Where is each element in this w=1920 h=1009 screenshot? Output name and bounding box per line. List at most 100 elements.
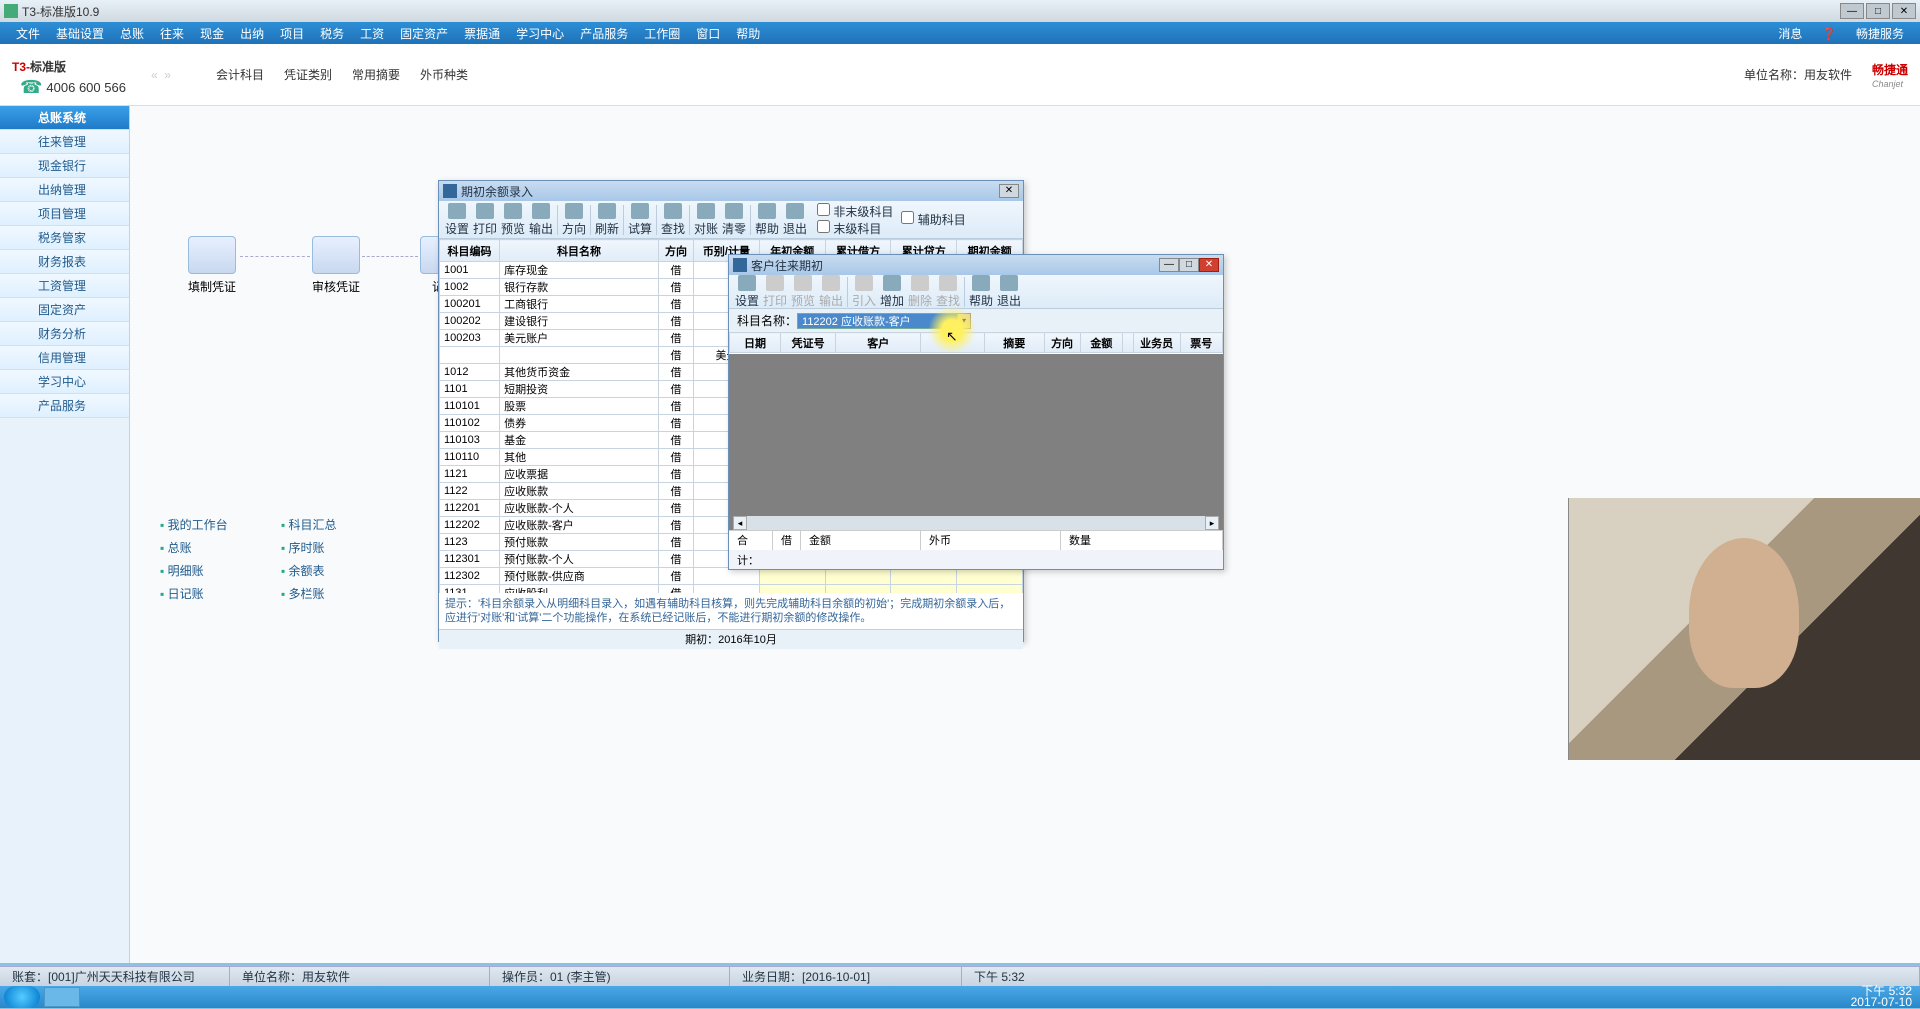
menu-gl[interactable]: 总账	[112, 25, 152, 42]
sidebar-item-tax[interactable]: 税务管家	[0, 226, 129, 250]
tray-icon[interactable]	[1779, 990, 1793, 1004]
taskbar-clock[interactable]: 下午 5:322017-07-10	[1851, 986, 1912, 1008]
sidebar-item-cash[interactable]: 现金银行	[0, 154, 129, 178]
tb-print[interactable]: 打印	[471, 203, 499, 237]
sidebar-item-learn[interactable]: 学习中心	[0, 370, 129, 394]
menu-bill[interactable]: 票据通	[456, 25, 508, 42]
window2-close-button[interactable]: ✕	[1199, 258, 1219, 272]
sidebar-item-analysis[interactable]: 财务分析	[0, 322, 129, 346]
window2-title: 客户往来期初	[751, 257, 1159, 274]
menu-window[interactable]: 窗口	[688, 25, 728, 42]
tb2-delete: 删除	[906, 275, 934, 309]
tray-icon[interactable]	[1761, 990, 1775, 1004]
link-vouchertype[interactable]: 凭证类别	[284, 66, 332, 83]
horizontal-scrollbar[interactable]: ◂▸	[733, 516, 1219, 530]
sidebar-item-payroll[interactable]: 工资管理	[0, 274, 129, 298]
tray-icon[interactable]	[1689, 990, 1703, 1004]
sidebar-item-ar[interactable]: 往来管理	[0, 130, 129, 154]
start-button[interactable]	[4, 986, 40, 1008]
menu-help[interactable]: 帮助	[728, 25, 768, 42]
tb-clear[interactable]: 清零	[720, 203, 748, 237]
menu-tax[interactable]: 税务	[312, 25, 352, 42]
window2-icon	[733, 258, 747, 272]
sidebar-item-fa[interactable]: 固定资产	[0, 298, 129, 322]
window2-min-button[interactable]: —	[1159, 258, 1179, 272]
link-accounts[interactable]: 会计科目	[216, 66, 264, 83]
menu-product[interactable]: 产品服务	[572, 25, 636, 42]
sidebar-item-credit[interactable]: 信用管理	[0, 346, 129, 370]
tb2-help[interactable]: 帮助	[967, 275, 995, 309]
sidebar-item-report[interactable]: 财务报表	[0, 250, 129, 274]
account-input[interactable]	[797, 313, 957, 329]
link-gl[interactable]: 总账	[160, 539, 228, 556]
brand-logo: 畅捷通Chanjet	[1872, 61, 1908, 89]
product-logo: T3-标准版	[12, 51, 126, 77]
tb-find[interactable]: 查找	[659, 203, 687, 237]
menu-cashier[interactable]: 出纳	[232, 25, 272, 42]
link-currency[interactable]: 外币种类	[420, 66, 468, 83]
menu-base[interactable]: 基础设置	[48, 25, 112, 42]
window2-max-button[interactable]: □	[1179, 258, 1199, 272]
window-close-button[interactable]: ✕	[999, 184, 1019, 198]
menu-msg[interactable]: 消息	[1770, 27, 1810, 41]
support-phone: 4006 600 566	[20, 77, 126, 98]
tb2-exit[interactable]: 退出	[995, 275, 1023, 309]
menu-file[interactable]: 文件	[8, 25, 48, 42]
check-aux[interactable]: 辅助科目	[901, 211, 965, 228]
minimize-button[interactable]: —	[1840, 3, 1864, 19]
window-title: 期初余额录入	[461, 183, 999, 200]
menu-cash[interactable]: 现金	[192, 25, 232, 42]
tb2-settings[interactable]: 设置	[733, 275, 761, 309]
tb-refresh[interactable]: 刷新	[593, 203, 621, 237]
link-journal[interactable]: 日记账	[160, 585, 228, 602]
link-balance[interactable]: 余额表	[281, 562, 337, 579]
menu-ar[interactable]: 往来	[152, 25, 192, 42]
link-chrono[interactable]: 序时账	[281, 539, 337, 556]
close-button[interactable]: ✕	[1892, 3, 1916, 19]
tb-direction[interactable]: 方向	[560, 203, 588, 237]
menu-service[interactable]: 畅捷服务	[1848, 27, 1912, 41]
menu-fa[interactable]: 固定资产	[392, 25, 456, 42]
link-multicol[interactable]: 多栏账	[281, 585, 337, 602]
detail-grid-body[interactable]: ◂▸	[729, 354, 1223, 530]
sidebar-item-project[interactable]: 项目管理	[0, 202, 129, 226]
link-workbench[interactable]: 我的工作台	[160, 516, 228, 533]
tray-icon[interactable]	[1815, 990, 1829, 1004]
link-detail[interactable]: 明细账	[160, 562, 228, 579]
link-summary[interactable]: 科目汇总	[281, 516, 337, 533]
tray-icon[interactable]	[1797, 990, 1811, 1004]
check-nonleaf[interactable]: 非末级科目	[817, 203, 893, 220]
menu-help-icon[interactable]: ❓	[1814, 27, 1845, 41]
sidebar-item-product[interactable]: 产品服务	[0, 394, 129, 418]
status-time: 下午 5:32	[962, 967, 1920, 986]
tb-exit[interactable]: 退出	[781, 203, 809, 237]
maximize-button[interactable]: □	[1866, 3, 1890, 19]
check-leaf[interactable]: 末级科目	[817, 220, 893, 237]
menu-work[interactable]: 工作圈	[636, 25, 688, 42]
menu-learn[interactable]: 学习中心	[508, 25, 572, 42]
detail-grid-header: 日期 凭证号 客户 摘要 方向 金额 业务员 票号	[729, 332, 1223, 354]
tb-reconcile[interactable]: 对账	[692, 203, 720, 237]
tb-help[interactable]: 帮助	[753, 203, 781, 237]
status-bar: 账套：[001]广州天天科技有限公司 单位名称：用友软件 操作员：01 (李主管…	[0, 966, 1920, 986]
tray-icon[interactable]	[1725, 990, 1739, 1004]
tray-icon[interactable]	[1743, 990, 1757, 1004]
tb-export[interactable]: 输出	[527, 203, 555, 237]
tray-icon[interactable]	[1707, 990, 1721, 1004]
tb-trial[interactable]: 试算	[626, 203, 654, 237]
tb-preview[interactable]: 预览	[499, 203, 527, 237]
taskbar-app[interactable]	[44, 987, 80, 1007]
link-summary[interactable]: 常用摘要	[352, 66, 400, 83]
flow-audit-voucher[interactable]: 审核凭证	[312, 236, 360, 295]
account-dropdown-button[interactable]: ▾	[957, 313, 971, 329]
tb-settings[interactable]: 设置	[443, 203, 471, 237]
menu-project[interactable]: 项目	[272, 25, 312, 42]
company-label: 单位名称：用友软件	[1744, 66, 1852, 83]
quick-links: 我的工作台 总账 明细账 日记账 科目汇总 序时账 余额表 多栏账	[160, 516, 387, 608]
tray-icon[interactable]	[1833, 990, 1847, 1004]
tb2-add[interactable]: 增加	[878, 275, 906, 309]
sidebar-item-cashier[interactable]: 出纳管理	[0, 178, 129, 202]
flow-create-voucher[interactable]: 填制凭证	[188, 236, 236, 295]
sidebar-item-gl[interactable]: 总账系统	[0, 106, 129, 130]
menu-payroll[interactable]: 工资	[352, 25, 392, 42]
